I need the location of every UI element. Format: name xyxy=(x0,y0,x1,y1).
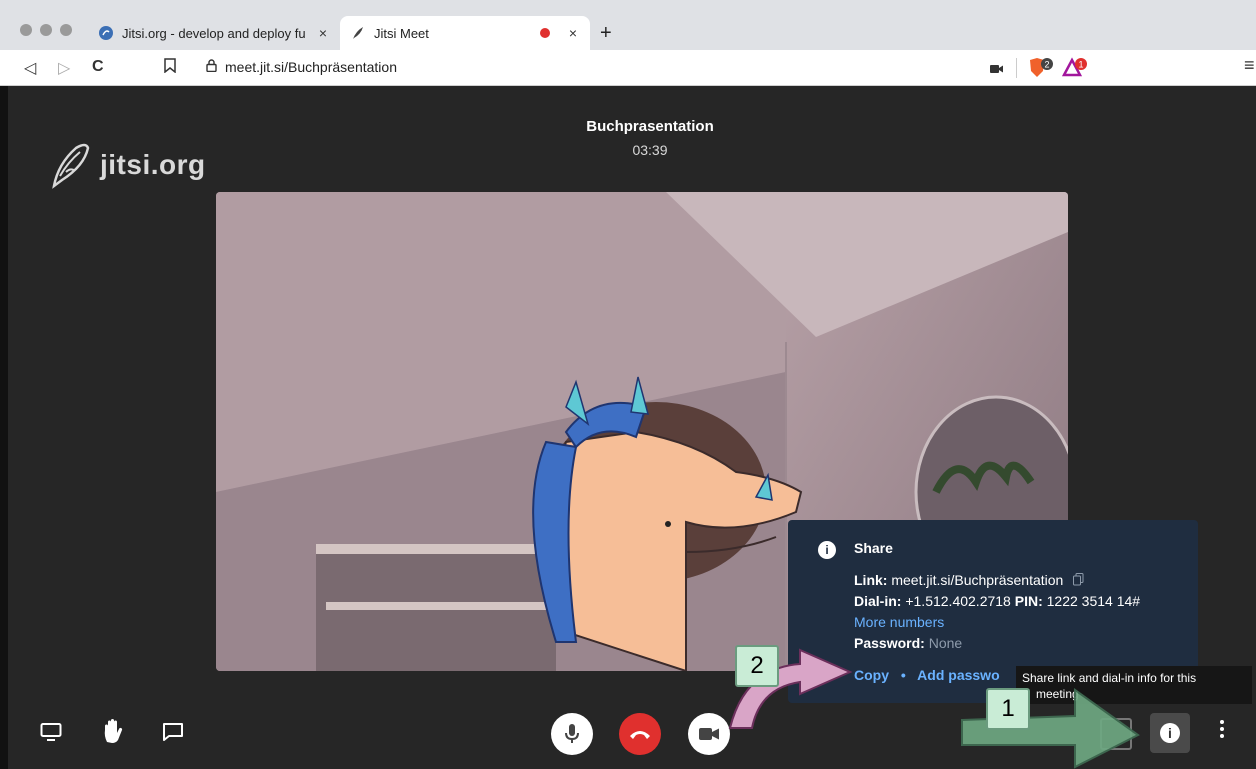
callout-2: 2 xyxy=(735,645,779,687)
annotation-overlay xyxy=(728,648,1140,769)
callout-1: 1 xyxy=(986,688,1030,730)
